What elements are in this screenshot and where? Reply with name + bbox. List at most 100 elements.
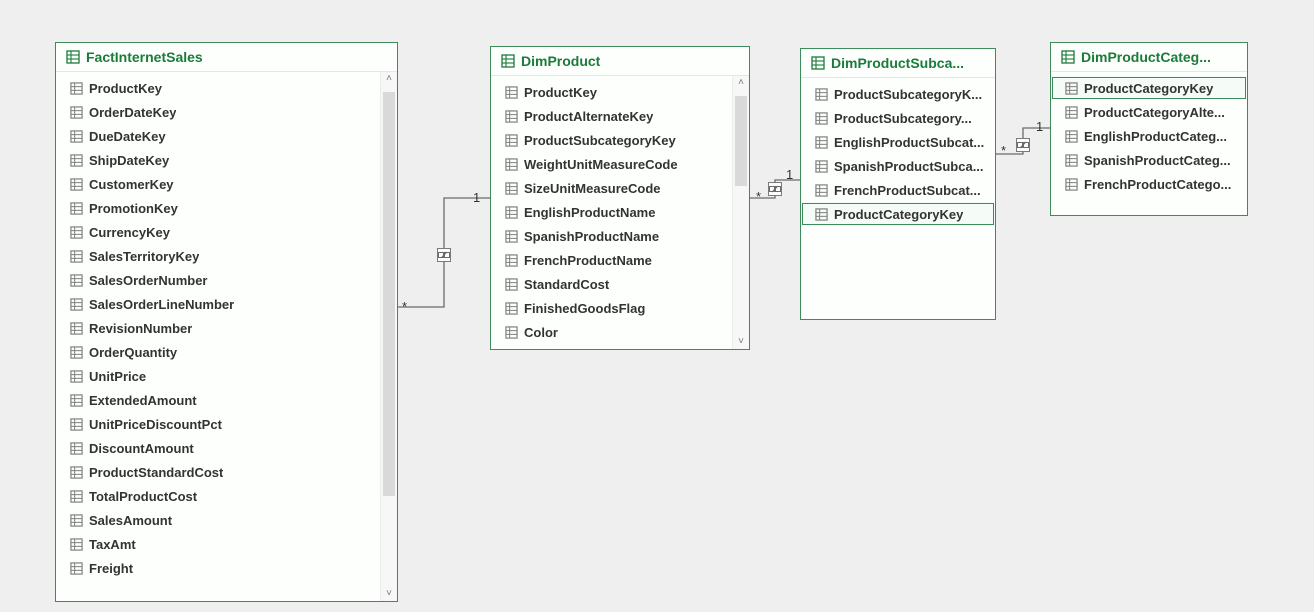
field-row[interactable]: WeightUnitMeasureCode (491, 152, 732, 176)
field-label: EnglishProductSubcat... (834, 135, 984, 150)
field-label: ProductAlternateKey (524, 109, 653, 124)
field-row[interactable]: ProductCategoryKey (801, 202, 995, 226)
scroll-thumb[interactable] (383, 92, 395, 496)
field-row[interactable]: StandardCost (491, 272, 732, 296)
field-row[interactable]: FrenchProductSubcat... (801, 178, 995, 202)
field-row[interactable]: ProductCategoryAlte... (1051, 100, 1247, 124)
relationship-marker-icon (768, 182, 782, 196)
field-row[interactable]: FinishedGoodsFlag (491, 296, 732, 320)
field-row[interactable]: FrenchProductCatego... (1051, 172, 1247, 196)
column-icon (70, 130, 83, 143)
table-header[interactable]: DimProduct (491, 47, 749, 76)
field-label: TaxAmt (89, 537, 136, 552)
scroll-up-arrow[interactable]: ˄ (381, 72, 397, 86)
table-title: DimProductSubca... (831, 55, 964, 71)
field-label: Color (524, 325, 558, 340)
scrollbar[interactable]: ˄˅ (732, 76, 749, 349)
field-row[interactable]: TaxAmt (56, 532, 380, 556)
field-row[interactable]: CustomerKey (56, 172, 380, 196)
table-fact_internet_sales[interactable]: FactInternetSales ProductKeyOrderDateKey D… (55, 42, 398, 602)
field-list: ProductSubcategoryK...ProductSubcategory… (801, 78, 995, 319)
field-row[interactable]: EnglishProductSubcat... (801, 130, 995, 154)
column-icon (1065, 178, 1078, 191)
field-label: WeightUnitMeasureCode (524, 157, 678, 172)
field-row[interactable]: UnitPriceDiscountPct (56, 412, 380, 436)
field-row[interactable]: ProductSubcategoryKey (491, 128, 732, 152)
field-label: ProductCategoryKey (1084, 81, 1213, 96)
field-row[interactable]: EnglishProductCateg... (1051, 124, 1247, 148)
field-row[interactable]: SpanishProductSubca... (801, 154, 995, 178)
field-row[interactable]: ProductAlternateKey (491, 104, 732, 128)
column-icon (70, 106, 83, 119)
cardinality-many-label: * (402, 299, 407, 314)
table-icon (501, 54, 515, 68)
field-row[interactable]: ProductKey (491, 80, 732, 104)
table-header[interactable]: DimProductCateg... (1051, 43, 1247, 72)
field-row[interactable]: SpanishProductName (491, 224, 732, 248)
column-icon (505, 326, 518, 339)
relationship-line[interactable] (996, 128, 1050, 154)
field-label: ProductCategoryAlte... (1084, 105, 1225, 120)
column-icon (1065, 130, 1078, 143)
field-row[interactable]: OrderQuantity (56, 340, 380, 364)
field-row[interactable]: PromotionKey (56, 196, 380, 220)
field-row[interactable]: DueDateKey (56, 124, 380, 148)
field-label: UnitPrice (89, 369, 146, 384)
relationship-line[interactable] (398, 198, 490, 307)
scroll-down-arrow[interactable]: ˅ (733, 335, 749, 349)
scroll-up-arrow[interactable]: ˄ (733, 76, 749, 90)
field-row[interactable]: DiscountAmount (56, 436, 380, 460)
field-label: FinishedGoodsFlag (524, 301, 645, 316)
field-row[interactable]: CurrencyKey (56, 220, 380, 244)
field-row[interactable]: OrderDateKey (56, 100, 380, 124)
field-row[interactable]: ShipDateKey (56, 148, 380, 172)
scroll-thumb[interactable] (735, 96, 747, 186)
field-row[interactable]: Freight (56, 556, 380, 580)
field-row[interactable]: FrenchProductName (491, 248, 732, 272)
column-icon (1065, 82, 1078, 95)
table-title: FactInternetSales (86, 49, 203, 65)
field-row[interactable]: SalesOrderNumber (56, 268, 380, 292)
field-label: UnitPriceDiscountPct (89, 417, 222, 432)
field-row[interactable]: ExtendedAmount (56, 388, 380, 412)
field-row[interactable]: SalesOrderLineNumber (56, 292, 380, 316)
column-icon (505, 182, 518, 195)
column-icon (505, 254, 518, 267)
field-label: DueDateKey (89, 129, 166, 144)
field-row[interactable]: UnitPrice (56, 364, 380, 388)
column-icon (815, 136, 828, 149)
field-label: DiscountAmount (89, 441, 194, 456)
field-row[interactable]: ProductSubcategoryK... (801, 82, 995, 106)
field-row[interactable]: ProductKey (56, 76, 380, 100)
field-row[interactable]: SalesAmount (56, 508, 380, 532)
table-dim_product_category[interactable]: DimProductCateg... ProductCategoryKey Prod… (1050, 42, 1248, 216)
field-row[interactable]: SizeUnitMeasureCode (491, 176, 732, 200)
table-dim_product[interactable]: DimProduct ProductKey ProductAlternateKey P… (490, 46, 750, 350)
field-row[interactable]: ProductStandardCost (56, 460, 380, 484)
field-row[interactable]: EnglishProductName (491, 200, 732, 224)
field-label: SalesAmount (89, 513, 172, 528)
scrollbar[interactable]: ˄˅ (380, 72, 397, 601)
column-icon (505, 206, 518, 219)
column-icon (505, 110, 518, 123)
field-row[interactable]: ProductSubcategory... (801, 106, 995, 130)
table-header[interactable]: FactInternetSales (56, 43, 397, 72)
field-row[interactable]: TotalProductCost (56, 484, 380, 508)
field-row[interactable]: SpanishProductCateg... (1051, 148, 1247, 172)
field-label: CustomerKey (89, 177, 174, 192)
table-title: DimProduct (521, 53, 600, 69)
field-row[interactable]: Color (491, 320, 732, 344)
table-dim_product_subcategory[interactable]: DimProductSubca... ProductSubcategoryK...… (800, 48, 996, 320)
column-icon (505, 278, 518, 291)
field-row[interactable]: ProductCategoryKey (1051, 76, 1247, 100)
column-icon (70, 514, 83, 527)
table-header[interactable]: DimProductSubca... (801, 49, 995, 78)
field-label: StandardCost (524, 277, 609, 292)
relationship-line[interactable] (750, 180, 800, 198)
field-row[interactable]: RevisionNumber (56, 316, 380, 340)
scroll-down-arrow[interactable]: ˅ (381, 587, 397, 601)
column-icon (505, 158, 518, 171)
field-label: ExtendedAmount (89, 393, 197, 408)
field-label: ProductSubcategoryKey (524, 133, 676, 148)
field-row[interactable]: SalesTerritoryKey (56, 244, 380, 268)
